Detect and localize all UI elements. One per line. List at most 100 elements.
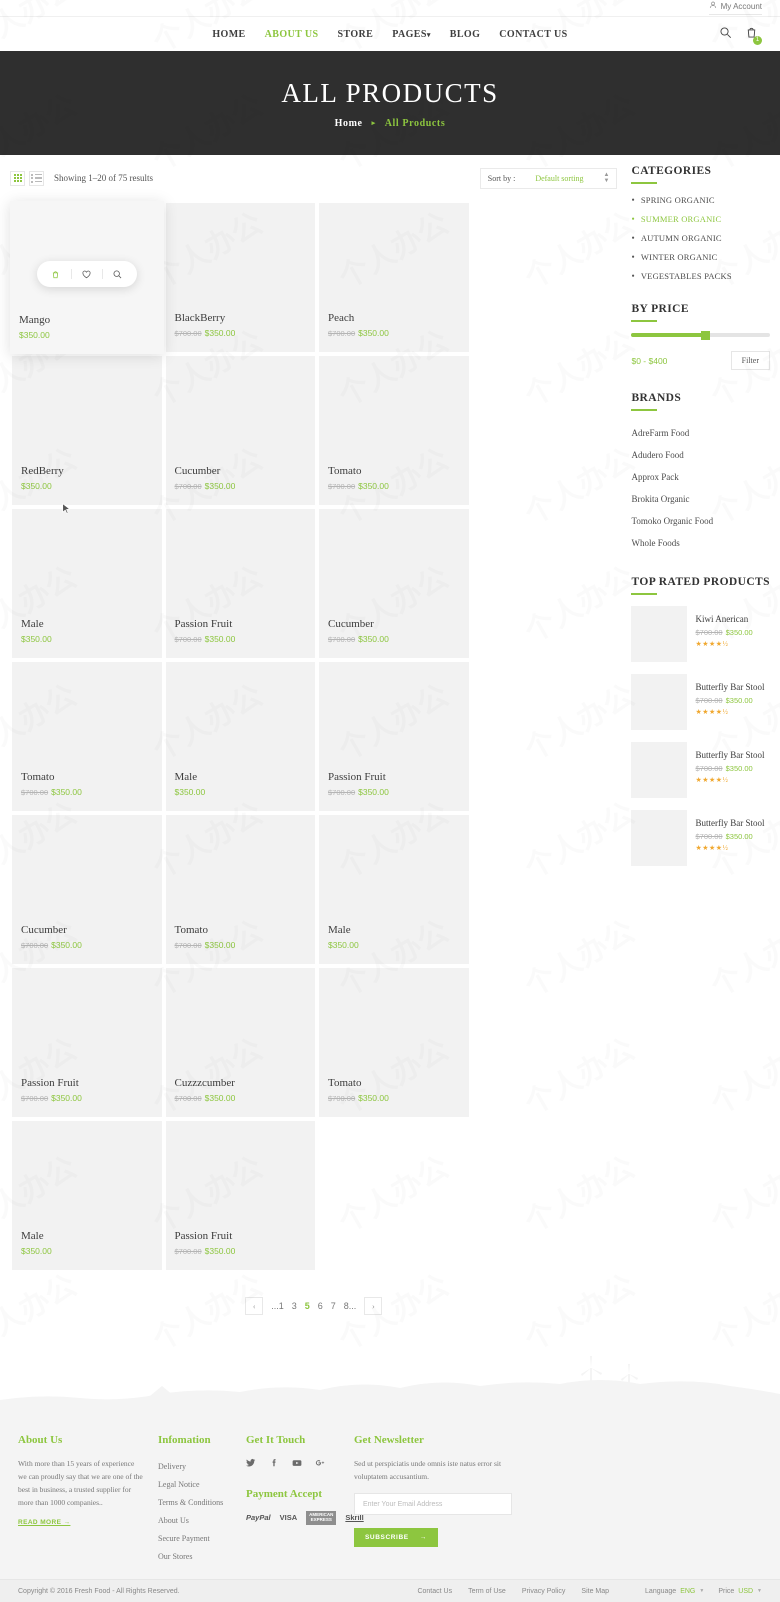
my-account-link[interactable]: My Account — [708, 1, 762, 15]
footer-info-item[interactable]: Our Stores — [158, 1547, 232, 1565]
by-price-title: BY PRICE — [631, 303, 689, 315]
slider-handle[interactable] — [700, 330, 710, 340]
footer-info-item[interactable]: Terms & Conditions — [158, 1493, 232, 1511]
nav-item-home[interactable]: HOME — [212, 29, 245, 40]
product-card[interactable]: Tomato $700.00 $350.00 — [10, 660, 164, 813]
product-card[interactable]: Passion Fruit $700.00 $350.00 — [317, 660, 471, 813]
copyright-bar: Copyright © 2016 Fresh Food - All Rights… — [0, 1579, 780, 1602]
link-contact-us[interactable]: Contact Us — [417, 1588, 452, 1595]
product-card[interactable]: Mango $350.00 — [10, 201, 164, 514]
filter-button[interactable]: Filter — [730, 351, 770, 370]
sort-dropdown[interactable]: Sort by : Default sorting ▲ ▼ — [479, 167, 618, 189]
product-card[interactable]: Tomato $700.00 $350.00 — [317, 966, 471, 1119]
youtube-icon[interactable] — [292, 1457, 302, 1472]
link-site-map[interactable]: Site Map — [581, 1588, 609, 1595]
top-rated-item[interactable]: Butterfly Bar Stool $700.00 $350.00 ★★★★½ — [631, 742, 770, 798]
footer-info-item[interactable]: About Us — [158, 1511, 232, 1529]
top-rated-item[interactable]: Butterfly Bar Stool $700.00 $350.00 ★★★★½ — [631, 810, 770, 866]
product-card-inner: Peach $700.00 $350.00 — [319, 203, 469, 352]
category-item[interactable]: • SUMMER ORGANIC — [631, 214, 770, 224]
nav-item-about-us[interactable]: ABOUT US — [265, 29, 319, 40]
pagination-page[interactable]: ...1 — [271, 1301, 284, 1311]
category-item[interactable]: • VEGESTABLES PACKS — [631, 271, 770, 281]
footer-info-item[interactable]: Legal Notice — [158, 1475, 232, 1493]
sidebar: CATEGORIES • SPRING ORGANIC • SUMMER ORGANI… — [631, 155, 770, 1350]
product-card[interactable]: Cuzzzcumber $700.00 $350.00 — [164, 966, 318, 1119]
footer-info-item[interactable]: Delivery — [158, 1457, 232, 1475]
link-term-of-use[interactable]: Term of Use — [468, 1588, 506, 1595]
price-currency-selector[interactable]: Price USD ▼ — [718, 1588, 762, 1595]
product-old-price: $700.00 — [174, 941, 202, 950]
category-item[interactable]: • AUTUMN ORGANIC — [631, 233, 770, 243]
nav-item-pages[interactable]: PAGES▾ — [392, 29, 431, 40]
product-card[interactable]: Cucumber $700.00 $350.00 — [317, 507, 471, 660]
footer-info-item[interactable]: Secure Payment — [158, 1529, 232, 1547]
subscribe-button[interactable]: SUBSCRIBE → — [354, 1528, 438, 1548]
old-price: $700.00 — [695, 628, 723, 637]
brand-item[interactable]: Whole Foods — [631, 532, 770, 554]
footer-newsletter: Get Newsletter Sed ut perspiciatis unde … — [354, 1434, 526, 1565]
brand-item[interactable]: Adudero Food — [631, 444, 770, 466]
category-item[interactable]: • WINTER ORGANIC — [631, 252, 770, 262]
breadcrumb-home[interactable]: Home — [335, 118, 363, 129]
price-range-slider[interactable] — [631, 330, 770, 340]
product-card[interactable]: Male $350.00 — [10, 1119, 164, 1272]
facebook-icon[interactable] — [269, 1457, 279, 1472]
google-plus-icon[interactable] — [315, 1457, 325, 1472]
brand-item[interactable]: AdreFarm Food — [631, 422, 770, 444]
nav-item-contact-us[interactable]: CONTACT US — [499, 29, 567, 40]
product-card-inner: Passion Fruit $700.00 $350.00 — [165, 1121, 315, 1270]
language-selector[interactable]: Language ENG ▼ — [645, 1588, 704, 1595]
category-item[interactable]: • SPRING ORGANIC — [631, 195, 770, 205]
brand-item[interactable]: Tomoko Organic Food — [631, 510, 770, 532]
search-icon[interactable] — [719, 26, 732, 43]
link-privacy-policy[interactable]: Privacy Policy — [522, 1588, 566, 1595]
twitter-icon[interactable] — [246, 1457, 256, 1472]
top-rated-item[interactable]: Butterfly Bar Stool $700.00 $350.00 ★★★★½ — [631, 674, 770, 730]
pagination-next[interactable]: › — [364, 1297, 383, 1315]
product-card[interactable]: Male $350.00 — [164, 660, 318, 813]
product-price: $700.00 $350.00 — [175, 481, 316, 491]
pagination-page[interactable]: 6 — [318, 1301, 323, 1311]
pagination-page[interactable]: 7 — [331, 1301, 336, 1311]
rating-stars: ★★★★½ — [695, 640, 729, 648]
pagination-page[interactable]: 3 — [292, 1301, 297, 1311]
sort-value: Default sorting — [535, 173, 584, 183]
product-card[interactable]: Tomato $700.00 $350.00 — [164, 813, 318, 966]
newsletter-email-input[interactable]: Enter Your Email Address — [354, 1493, 512, 1516]
product-card[interactable]: Cucumber $700.00 $350.00 — [164, 354, 318, 507]
old-price: $700.00 — [695, 832, 723, 841]
product-card[interactable]: Passion Fruit $700.00 $350.00 — [10, 966, 164, 1119]
product-card[interactable]: RedBerry $350.00 — [10, 354, 164, 507]
widget-brands: BRANDS AdreFarm Food Adudero Food Approx P… — [631, 392, 770, 554]
product-card[interactable]: Peach $700.00 $350.00 — [317, 201, 471, 354]
product-card[interactable]: Tomato $700.00 $350.00 — [317, 354, 471, 507]
brand-item[interactable]: Brokita Organic — [631, 488, 770, 510]
nav-item-blog[interactable]: BLOG — [450, 29, 481, 40]
nav-item-store[interactable]: STORE — [338, 29, 374, 40]
heart-icon[interactable] — [72, 269, 102, 280]
product-card[interactable]: BlackBerry $700.00 $350.00 — [164, 201, 318, 354]
pagination-page[interactable]: 8... — [344, 1301, 357, 1311]
product-card[interactable]: Passion Fruit $700.00 $350.00 — [164, 1119, 318, 1272]
brand-item[interactable]: Approx Pack — [631, 466, 770, 488]
footer-information-title: Infomation — [158, 1434, 211, 1446]
product-card[interactable]: Passion Fruit $700.00 $350.00 — [164, 507, 318, 660]
product-card[interactable]: Cucumber $700.00 $350.00 — [10, 813, 164, 966]
add-to-cart-icon[interactable] — [41, 269, 71, 280]
product-name: Male — [21, 618, 44, 630]
pagination-prev[interactable]: ‹ — [245, 1297, 264, 1315]
list-view-button[interactable] — [29, 170, 44, 186]
product-card[interactable]: Male $350.00 — [317, 813, 471, 966]
product-new-price: $350.00 — [21, 634, 52, 644]
read-more-link[interactable]: READ MORE → — [18, 1519, 70, 1526]
product-price: $350.00 — [21, 634, 162, 644]
quick-view-search-icon[interactable] — [103, 269, 133, 280]
cart-button[interactable]: 1 — [745, 26, 762, 45]
product-card[interactable]: Male $350.00 — [10, 507, 164, 660]
grid-view-button[interactable] — [10, 170, 25, 186]
pagination-page[interactable]: 5 — [305, 1301, 310, 1311]
product-name: Male — [328, 924, 351, 936]
top-rated-item[interactable]: Kiwi Anerican $700.00 $350.00 ★★★★½ — [631, 606, 770, 662]
product-card-inner: Cuzzzcumber $700.00 $350.00 — [165, 968, 315, 1117]
